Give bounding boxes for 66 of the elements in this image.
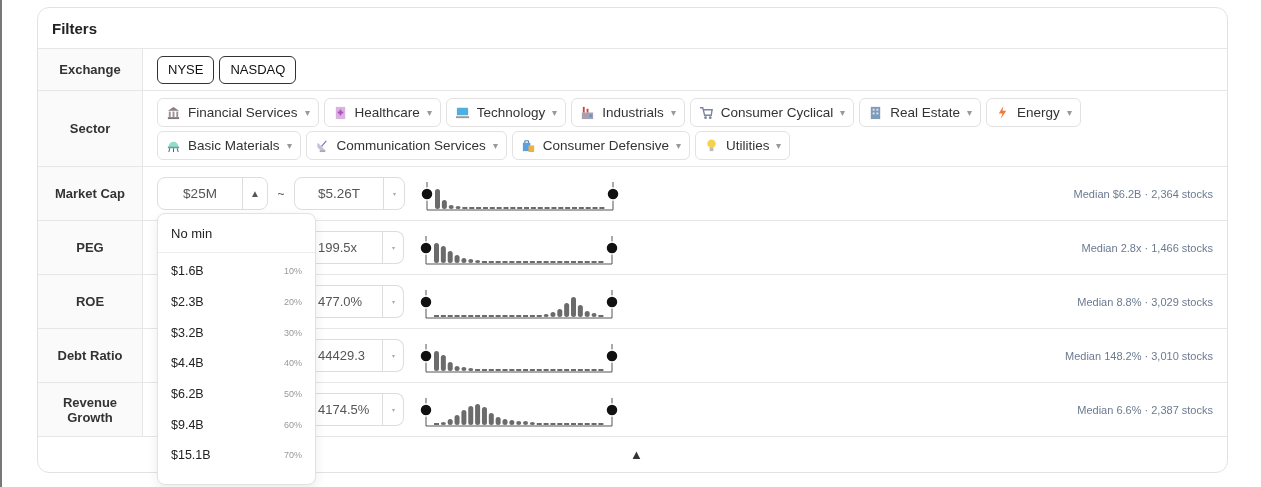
slider-handle[interactable] [419, 402, 433, 417]
slider-handle[interactable] [605, 348, 619, 363]
option-percentile: 40% [284, 358, 302, 369]
dropdown-option[interactable]: $9.4B 60% [158, 409, 315, 441]
option-percentile: 70% [284, 450, 302, 461]
sector-chip[interactable]: Financial Services ▾ [157, 97, 319, 127]
range-separator: ~ [276, 186, 286, 201]
option-percentile: 50% [284, 389, 302, 400]
exchange-chip[interactable]: NASDAQ [219, 55, 297, 84]
stock-summary: Median 8.8% · 3,029 stocks [1077, 295, 1213, 308]
option-value: $6.2B [171, 387, 204, 402]
option-value: $2.3B [171, 295, 204, 310]
sector-chip[interactable]: Technology ▾ [445, 97, 567, 127]
option-percentile: 60% [284, 419, 302, 430]
sector-chip[interactable]: Healthcare ▾ [323, 97, 441, 127]
row-label: PEG [76, 240, 104, 255]
stock-summary: Median $6.2B · 2,364 stocks [1073, 187, 1213, 200]
sector-chip[interactable]: Communication Services ▾ [305, 130, 507, 160]
row-label: Sector [69, 121, 111, 136]
slider-handle[interactable] [420, 186, 434, 201]
dropdown-option[interactable]: $1.6B 10% [158, 256, 315, 287]
option-percentile: 10% [284, 266, 302, 277]
stock-summary: Median 148.2% · 3,010 stocks [1065, 349, 1213, 362]
dropdown-option[interactable]: $15.1B 70% [158, 440, 315, 471]
stepper-button[interactable]: ▲ [242, 178, 267, 209]
dropdown-option[interactable]: $4.4B 40% [158, 348, 315, 379]
bank-icon [166, 104, 181, 120]
collapse-toggle[interactable]: ▲ [628, 447, 645, 462]
row-label: Market Cap [54, 186, 126, 201]
slider-handle[interactable] [419, 240, 433, 255]
slider-handle[interactable] [419, 294, 433, 309]
dropdown-option[interactable]: $3.2B 30% [158, 317, 315, 349]
stock-summary: Median 6.6% · 2,387 stocks [1077, 403, 1213, 416]
min-field[interactable]: $25M ▲ [157, 177, 268, 210]
slider-handle[interactable] [606, 186, 620, 201]
stock-summary: Median 2.8x · 1,466 stocks [1081, 241, 1213, 254]
row-label: Debt Ratio [57, 348, 123, 363]
cart-icon [698, 104, 714, 120]
sector-chip[interactable]: Industrials ▾ [571, 97, 685, 127]
slider-handle[interactable] [605, 402, 619, 417]
slider-handle[interactable] [605, 240, 619, 255]
exchange-chip[interactable]: NYSE [157, 55, 215, 84]
sector-chip[interactable]: Basic Materials ▾ [157, 130, 301, 160]
slider-handle[interactable] [605, 294, 619, 309]
option-value: $1.6B [171, 264, 204, 279]
sector-chip[interactable]: Consumer Cyclical ▾ [689, 97, 855, 127]
row-label: Exchange [59, 62, 121, 77]
sector-chip[interactable]: Real Estate ▾ [859, 97, 981, 127]
option-value: $4.4B [171, 356, 204, 371]
option-percentile: 20% [284, 297, 302, 308]
row-label: Revenue Growth [61, 394, 119, 425]
slider-handle[interactable] [419, 348, 433, 363]
factory-icon [580, 104, 596, 120]
option-percentile: 30% [284, 327, 302, 338]
row-label: ROE [75, 294, 105, 309]
sector-chip[interactable]: Energy ▾ [986, 97, 1081, 127]
no-min-option[interactable]: No min [158, 214, 315, 253]
shopping-bags-icon [520, 137, 536, 153]
sector-chip[interactable]: Utilities ▾ [694, 130, 791, 160]
dropdown-option[interactable]: $2.3B 20% [158, 286, 315, 318]
dropdown-option[interactable]: $6.2B 50% [158, 378, 315, 410]
sector-chip[interactable]: Consumer Defensive ▾ [511, 130, 690, 160]
option-value: $15.1B [171, 448, 211, 463]
panel-title: Filters [38, 8, 1227, 49]
option-value: $3.2B [171, 325, 204, 340]
option-value: $9.4B [171, 417, 204, 432]
